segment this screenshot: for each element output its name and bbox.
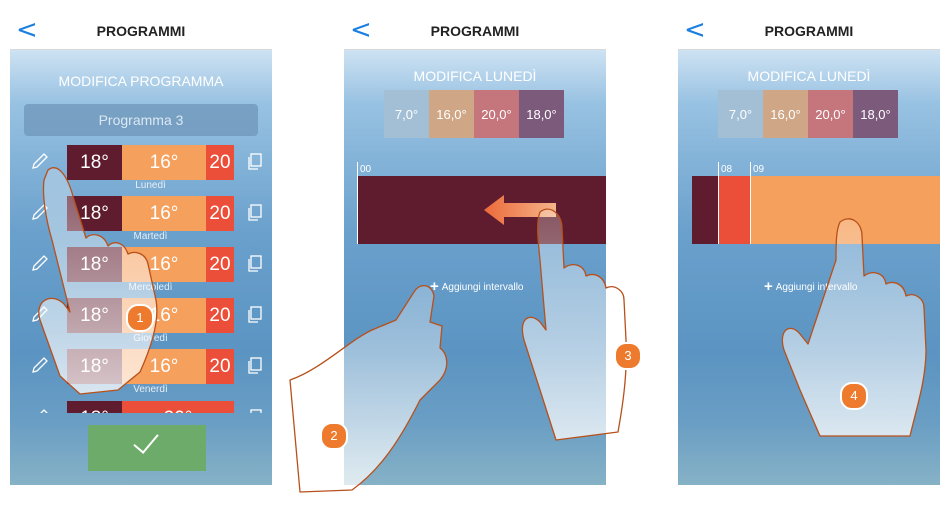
temp-option[interactable]: 16,0°	[429, 90, 474, 138]
day-row-mercoledi: 18° 16° 20 Mercoledì	[10, 247, 272, 293]
temp-option[interactable]: 20,0°	[474, 90, 519, 138]
time-label: 08	[721, 164, 733, 175]
temp-segment: 20	[206, 298, 234, 333]
temp-segment: 16°	[122, 247, 206, 282]
copy-icon[interactable]	[247, 204, 263, 222]
add-interval-button[interactable]: + Aggiungi intervallo	[430, 278, 523, 295]
temp-option[interactable]: 16,0°	[763, 90, 808, 138]
pencil-icon[interactable]	[30, 253, 50, 273]
phone-screen-programmi: < PROGRAMMI MODIFICA PROGRAMMA Programma…	[10, 13, 272, 485]
timeline-segment[interactable]	[750, 176, 940, 244]
temp-segment: 20	[206, 349, 234, 384]
phone-screen-modifica-lunedi: < PROGRAMMI MODIFICA LUNEDÌ 7,0° 16,0° 2…	[344, 13, 606, 485]
confirm-button[interactable]	[88, 425, 206, 471]
temp-segment: 18°	[67, 349, 122, 384]
day-bar[interactable]: 18° 16° 20	[67, 349, 234, 384]
header: < PROGRAMMI	[344, 13, 606, 50]
section-title: MODIFICA LUNEDÌ	[413, 68, 537, 84]
add-interval-label: Aggiungi intervallo	[441, 282, 524, 293]
section-title: MODIFICA LUNEDÌ	[747, 68, 871, 84]
day-bar[interactable]: 18° 16° 20	[67, 196, 234, 231]
timeline-segment[interactable]	[718, 176, 750, 244]
day-label: Martedì	[133, 231, 168, 242]
day-row-martedi: 18° 16° 20 Martedì	[10, 196, 272, 242]
add-interval-label: Aggiungi intervallo	[775, 282, 858, 293]
pencil-icon[interactable]	[30, 151, 50, 171]
temp-option[interactable]: 20,0°	[808, 90, 853, 138]
temp-segment: 20	[206, 247, 234, 282]
pencil-icon[interactable]	[30, 407, 50, 413]
copy-icon[interactable]	[247, 255, 263, 273]
day-label: Venerdì	[133, 384, 168, 395]
day-label: Giovedì	[133, 333, 168, 344]
temp-option[interactable]: 7,0°	[718, 90, 763, 138]
temp-segment: 18°	[67, 298, 122, 333]
temperature-palette: 7,0° 16,0° 20,0° 18,0°	[718, 90, 898, 138]
day-bar[interactable]: 18° 20°	[67, 401, 234, 413]
step-badge: 1	[126, 304, 154, 332]
header: < PROGRAMMI	[10, 13, 272, 50]
copy-icon[interactable]	[247, 409, 263, 413]
temp-segment: 18°	[67, 145, 122, 180]
temp-segment: 18°	[67, 196, 122, 231]
time-label: 09	[753, 164, 765, 175]
temp-option[interactable]: 18,0°	[853, 90, 898, 138]
day-row-partial: 18° 20°	[10, 401, 272, 413]
temp-segment: 16°	[122, 196, 206, 231]
page-title: PROGRAMMI	[430, 23, 520, 39]
temp-option[interactable]: 18,0°	[519, 90, 564, 138]
copy-icon[interactable]	[247, 306, 263, 324]
page-title: PROGRAMMI	[764, 23, 854, 39]
temp-segment: 20°	[122, 401, 234, 413]
day-label: Lunedì	[135, 180, 166, 191]
timeline-marker	[718, 162, 719, 244]
section-title: MODIFICA PROGRAMMA	[58, 73, 224, 89]
temp-segment: 20	[206, 145, 234, 180]
plus-icon: +	[430, 278, 439, 295]
step-badge: 4	[840, 382, 868, 410]
add-interval-button[interactable]: + Aggiungi intervallo	[764, 278, 857, 295]
day-label: Mercoledì	[128, 282, 173, 293]
plus-icon: +	[764, 278, 773, 295]
page-title: PROGRAMMI	[96, 23, 186, 39]
timeline-segment[interactable]	[692, 176, 718, 244]
day-bar[interactable]: 18° 16° 20	[67, 247, 234, 282]
timeline-bar[interactable]	[692, 176, 940, 244]
temperature-palette: 7,0° 16,0° 20,0° 18,0°	[384, 90, 564, 138]
step-badge: 2	[320, 422, 348, 450]
time-label: 00	[360, 164, 372, 175]
temp-option[interactable]: 7,0°	[384, 90, 429, 138]
pencil-icon[interactable]	[30, 304, 50, 324]
day-row-venerdi: 18° 16° 20 Venerdì	[10, 349, 272, 395]
arrow-left-icon	[484, 195, 556, 225]
pencil-icon[interactable]	[30, 355, 50, 375]
copy-icon[interactable]	[247, 153, 263, 171]
temp-segment: 20	[206, 196, 234, 231]
temp-segment: 16°	[122, 145, 206, 180]
pencil-icon[interactable]	[30, 202, 50, 222]
day-row-lunedi: 18° 16° 20 Lunedì	[10, 145, 272, 191]
step-badge: 3	[614, 342, 642, 370]
check-icon	[133, 427, 159, 454]
day-bar[interactable]: 18° 16° 20	[67, 145, 234, 180]
timeline-marker	[750, 162, 751, 244]
program-name-field[interactable]: Programma 3	[24, 104, 258, 136]
phone-screen-modifica-lunedi-edited: < PROGRAMMI MODIFICA LUNEDÌ 7,0° 16,0° 2…	[678, 13, 940, 485]
temp-segment: 16°	[122, 349, 206, 384]
temp-segment: 18°	[67, 247, 122, 282]
copy-icon[interactable]	[247, 357, 263, 375]
header: < PROGRAMMI	[678, 13, 940, 50]
temp-segment: 18°	[67, 401, 122, 413]
